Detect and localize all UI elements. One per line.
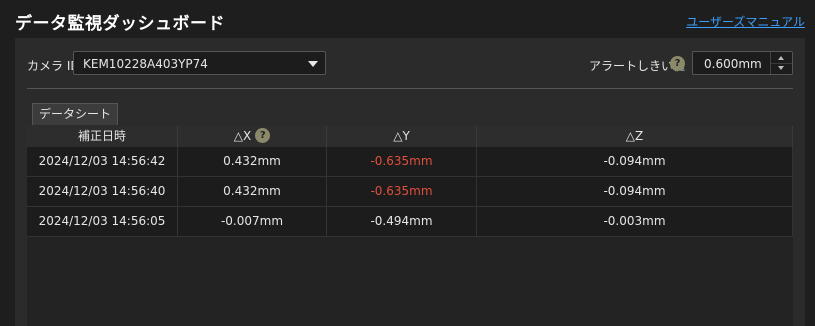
cell-dy-alert: -0.635mm	[327, 147, 477, 176]
chevron-down-icon	[308, 61, 318, 67]
cell-datetime: 2024/12/03 14:56:05	[27, 207, 178, 236]
column-header-dy[interactable]: △Y	[327, 126, 477, 147]
cell-dy: -0.494mm	[327, 207, 477, 236]
cell-dx: 0.432mm	[178, 177, 327, 206]
cell-dy-alert: -0.635mm	[327, 177, 477, 206]
page-title: データ監視ダッシュボード	[15, 14, 225, 34]
column-header-datetime[interactable]: 補正日時	[27, 126, 178, 147]
cell-dz: -0.094mm	[477, 177, 793, 206]
table-row[interactable]: 2024/12/03 14:56:40 0.432mm -0.635mm -0.…	[27, 177, 793, 207]
alert-threshold-spinbox[interactable]: 0.600mm	[692, 51, 793, 75]
alert-threshold-value[interactable]: 0.600mm	[704, 57, 762, 71]
cell-dz: -0.094mm	[477, 147, 793, 176]
cell-dz: -0.003mm	[477, 207, 793, 236]
camera-id-dropdown[interactable]: KEM10228A403YP74	[73, 51, 326, 75]
data-table: 補正日時 △X? △Y △Z 2024/12/03 14:56:42 0.432…	[27, 126, 793, 326]
cell-datetime: 2024/12/03 14:56:42	[27, 147, 178, 176]
cell-dx: 0.432mm	[178, 147, 327, 176]
camera-id-value: KEM10228A403YP74	[83, 57, 208, 71]
spinbox-buttons	[770, 52, 792, 74]
column-header-dx[interactable]: △X?	[178, 126, 327, 147]
cell-datetime: 2024/12/03 14:56:40	[27, 177, 178, 206]
table-header: 補正日時 △X? △Y △Z	[27, 126, 793, 147]
main-panel: カメラ ID KEM10228A403YP74 アラートしきい値 ? 0.600…	[15, 38, 805, 326]
tab-datasheet[interactable]: データシート	[32, 103, 119, 125]
help-icon[interactable]: ?	[670, 56, 685, 71]
decrement-arrow-icon[interactable]	[771, 63, 792, 74]
table-row[interactable]: 2024/12/03 14:56:05 -0.007mm -0.494mm -0…	[27, 207, 793, 237]
help-icon[interactable]: ?	[255, 128, 271, 143]
cell-dx: -0.007mm	[178, 207, 327, 236]
user-manual-link[interactable]: ユーザーズマニュアル	[686, 13, 805, 30]
camera-id-label: カメラ ID	[27, 59, 80, 73]
column-header-dz[interactable]: △Z	[477, 126, 793, 147]
divider	[27, 88, 793, 89]
table-row[interactable]: 2024/12/03 14:56:42 0.432mm -0.635mm -0.…	[27, 147, 793, 177]
app-header: データ監視ダッシュボード ユーザーズマニュアル	[0, 0, 815, 38]
